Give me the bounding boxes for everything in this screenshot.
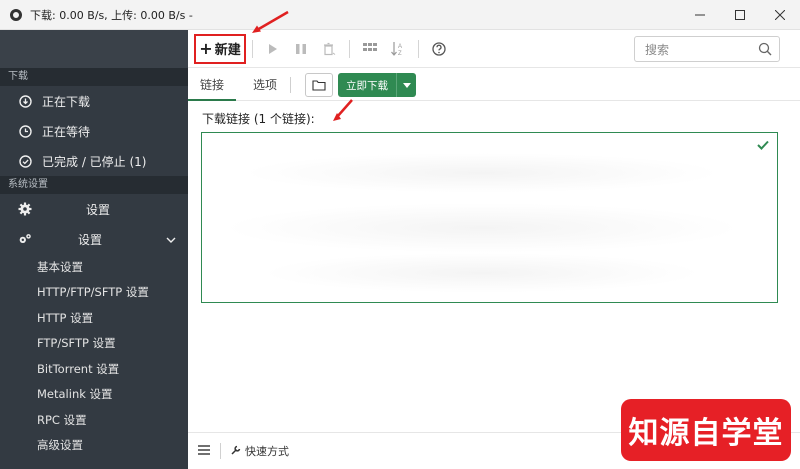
- open-folder-button[interactable]: [305, 73, 333, 97]
- task-tabs: 链接 选项 立即下载: [188, 69, 800, 101]
- wrench-icon: [231, 445, 241, 458]
- sidebar-item-settings[interactable]: 设置: [0, 194, 188, 224]
- caret-down-icon[interactable]: [396, 73, 416, 97]
- minimize-icon[interactable]: [680, 0, 720, 30]
- gears-icon: [18, 232, 32, 246]
- shortcut-label: 快速方式: [245, 445, 289, 458]
- sidebar-item-settings-expand[interactable]: 设置: [0, 224, 188, 254]
- tab-options[interactable]: 选项: [248, 69, 282, 101]
- sidebar-subitem-http[interactable]: HTTP 设置: [0, 305, 188, 331]
- sidebar-section-settings: 系统设置: [0, 176, 188, 194]
- sidebar-subitem-advanced[interactable]: 高级设置: [0, 433, 188, 459]
- close-icon[interactable]: [760, 0, 800, 30]
- sidebar-subitem-bittorrent[interactable]: BitTorrent 设置: [0, 356, 188, 382]
- search-placeholder: 搜索: [645, 42, 670, 57]
- clock-icon: [18, 124, 32, 138]
- blurred-link-text: [222, 203, 742, 253]
- sidebar-item-downloading[interactable]: 正在下载: [0, 86, 188, 116]
- sidebar-item-label: 正在等待: [42, 124, 91, 139]
- sidebar-subitem-metalink[interactable]: Metalink 设置: [0, 382, 188, 408]
- delete-icon[interactable]: [317, 37, 341, 61]
- menu-icon[interactable]: [198, 443, 210, 459]
- pause-icon[interactable]: [289, 37, 313, 61]
- sidebar-header: [0, 30, 188, 68]
- annotation-arrow-icon: [333, 99, 353, 121]
- chevron-down-icon: [166, 232, 176, 246]
- blurred-link-text: [262, 253, 702, 293]
- status-divider: [220, 443, 221, 459]
- search-icon: [758, 42, 772, 59]
- links-textarea[interactable]: [201, 132, 778, 303]
- sort-icon[interactable]: AZ: [386, 37, 410, 61]
- sidebar-item-label: 设置: [78, 232, 103, 247]
- play-icon[interactable]: [261, 37, 285, 61]
- window-title: 下载: 0.00 B/s, 上传: 0.00 B/s -: [30, 8, 193, 22]
- gear-icon: [18, 202, 32, 216]
- download-now-button[interactable]: 立即下载: [338, 73, 416, 97]
- new-task-label: 新建: [214, 43, 241, 58]
- svg-text:A: A: [398, 44, 402, 50]
- check-icon: [757, 139, 769, 153]
- sidebar-item-waiting[interactable]: 正在等待: [0, 116, 188, 146]
- download-now-label: 立即下载: [346, 79, 388, 92]
- sidebar-subitem-rpc[interactable]: RPC 设置: [0, 407, 188, 433]
- sidebar-subitem-basic[interactable]: 基本设置: [0, 254, 188, 280]
- search-input[interactable]: 搜索: [634, 36, 780, 62]
- sidebar-subitem-http-ftp-sftp[interactable]: HTTP/FTP/SFTP 设置: [0, 280, 188, 306]
- title-bar: 下载: 0.00 B/s, 上传: 0.00 B/s -: [0, 0, 800, 30]
- check-circle-icon: [18, 154, 32, 168]
- sidebar-subitem-ftp-sftp[interactable]: FTP/SFTP 设置: [0, 331, 188, 357]
- app-logo-icon: [10, 8, 22, 21]
- grid-view-icon[interactable]: [358, 37, 382, 61]
- maximize-icon[interactable]: [720, 0, 760, 30]
- sidebar-item-finished[interactable]: 已完成 / 已停止 (1): [0, 146, 188, 176]
- blurred-link-text: [242, 153, 722, 193]
- download-arrow-icon: [18, 94, 32, 108]
- new-task-button[interactable]: + 新建: [194, 33, 246, 64]
- help-icon[interactable]: [427, 37, 451, 61]
- window-controls: [680, 0, 800, 30]
- sidebar-item-label: 已完成 / 已停止 (1): [42, 154, 147, 169]
- svg-text:Z: Z: [398, 51, 402, 57]
- plus-icon: +: [199, 39, 213, 58]
- tab-divider: [290, 77, 291, 93]
- sidebar-section-download: 下载: [0, 68, 188, 86]
- sidebar: 下载 正在下载 正在等待 已完成 / 已停止 (1) 系统设置 设置 设置 基本: [0, 30, 188, 469]
- tab-links[interactable]: 链接: [188, 69, 236, 101]
- annotation-arrow-icon: [252, 10, 289, 33]
- sidebar-item-label: 正在下载: [42, 94, 91, 109]
- sidebar-item-label: 设置: [86, 202, 111, 217]
- toolbar-divider: [349, 39, 350, 58]
- folder-icon: [312, 79, 326, 91]
- toolbar-divider: [418, 39, 419, 58]
- toolbar-divider: [252, 39, 253, 58]
- shortcut-button[interactable]: 快速方式: [231, 443, 289, 459]
- links-label: 下载链接 (1 个链接):: [202, 112, 315, 126]
- watermark-logo: 知源自学堂: [621, 399, 791, 461]
